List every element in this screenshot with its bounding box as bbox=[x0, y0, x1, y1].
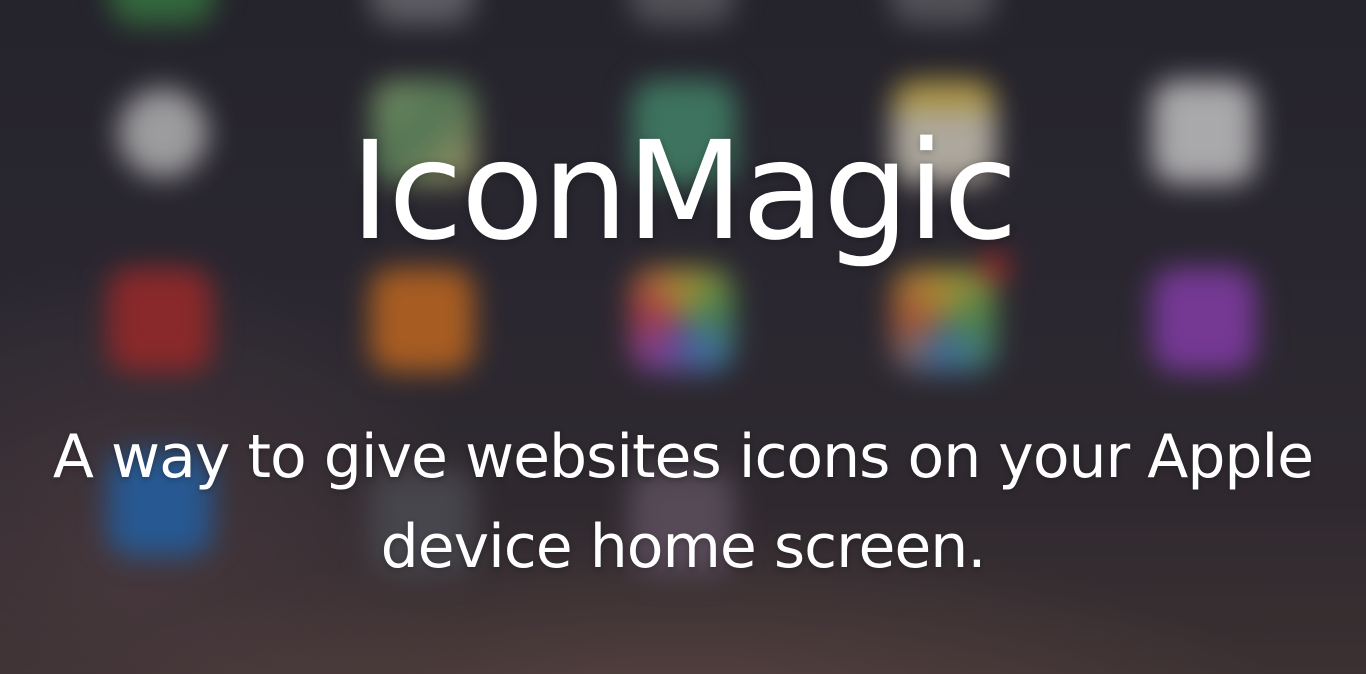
page-title: IconMagic bbox=[350, 113, 1018, 271]
tagline: A way to give websites icons on your App… bbox=[52, 422, 1314, 582]
hero-section: IconMagic A way to give websites icons o… bbox=[0, 0, 1366, 674]
